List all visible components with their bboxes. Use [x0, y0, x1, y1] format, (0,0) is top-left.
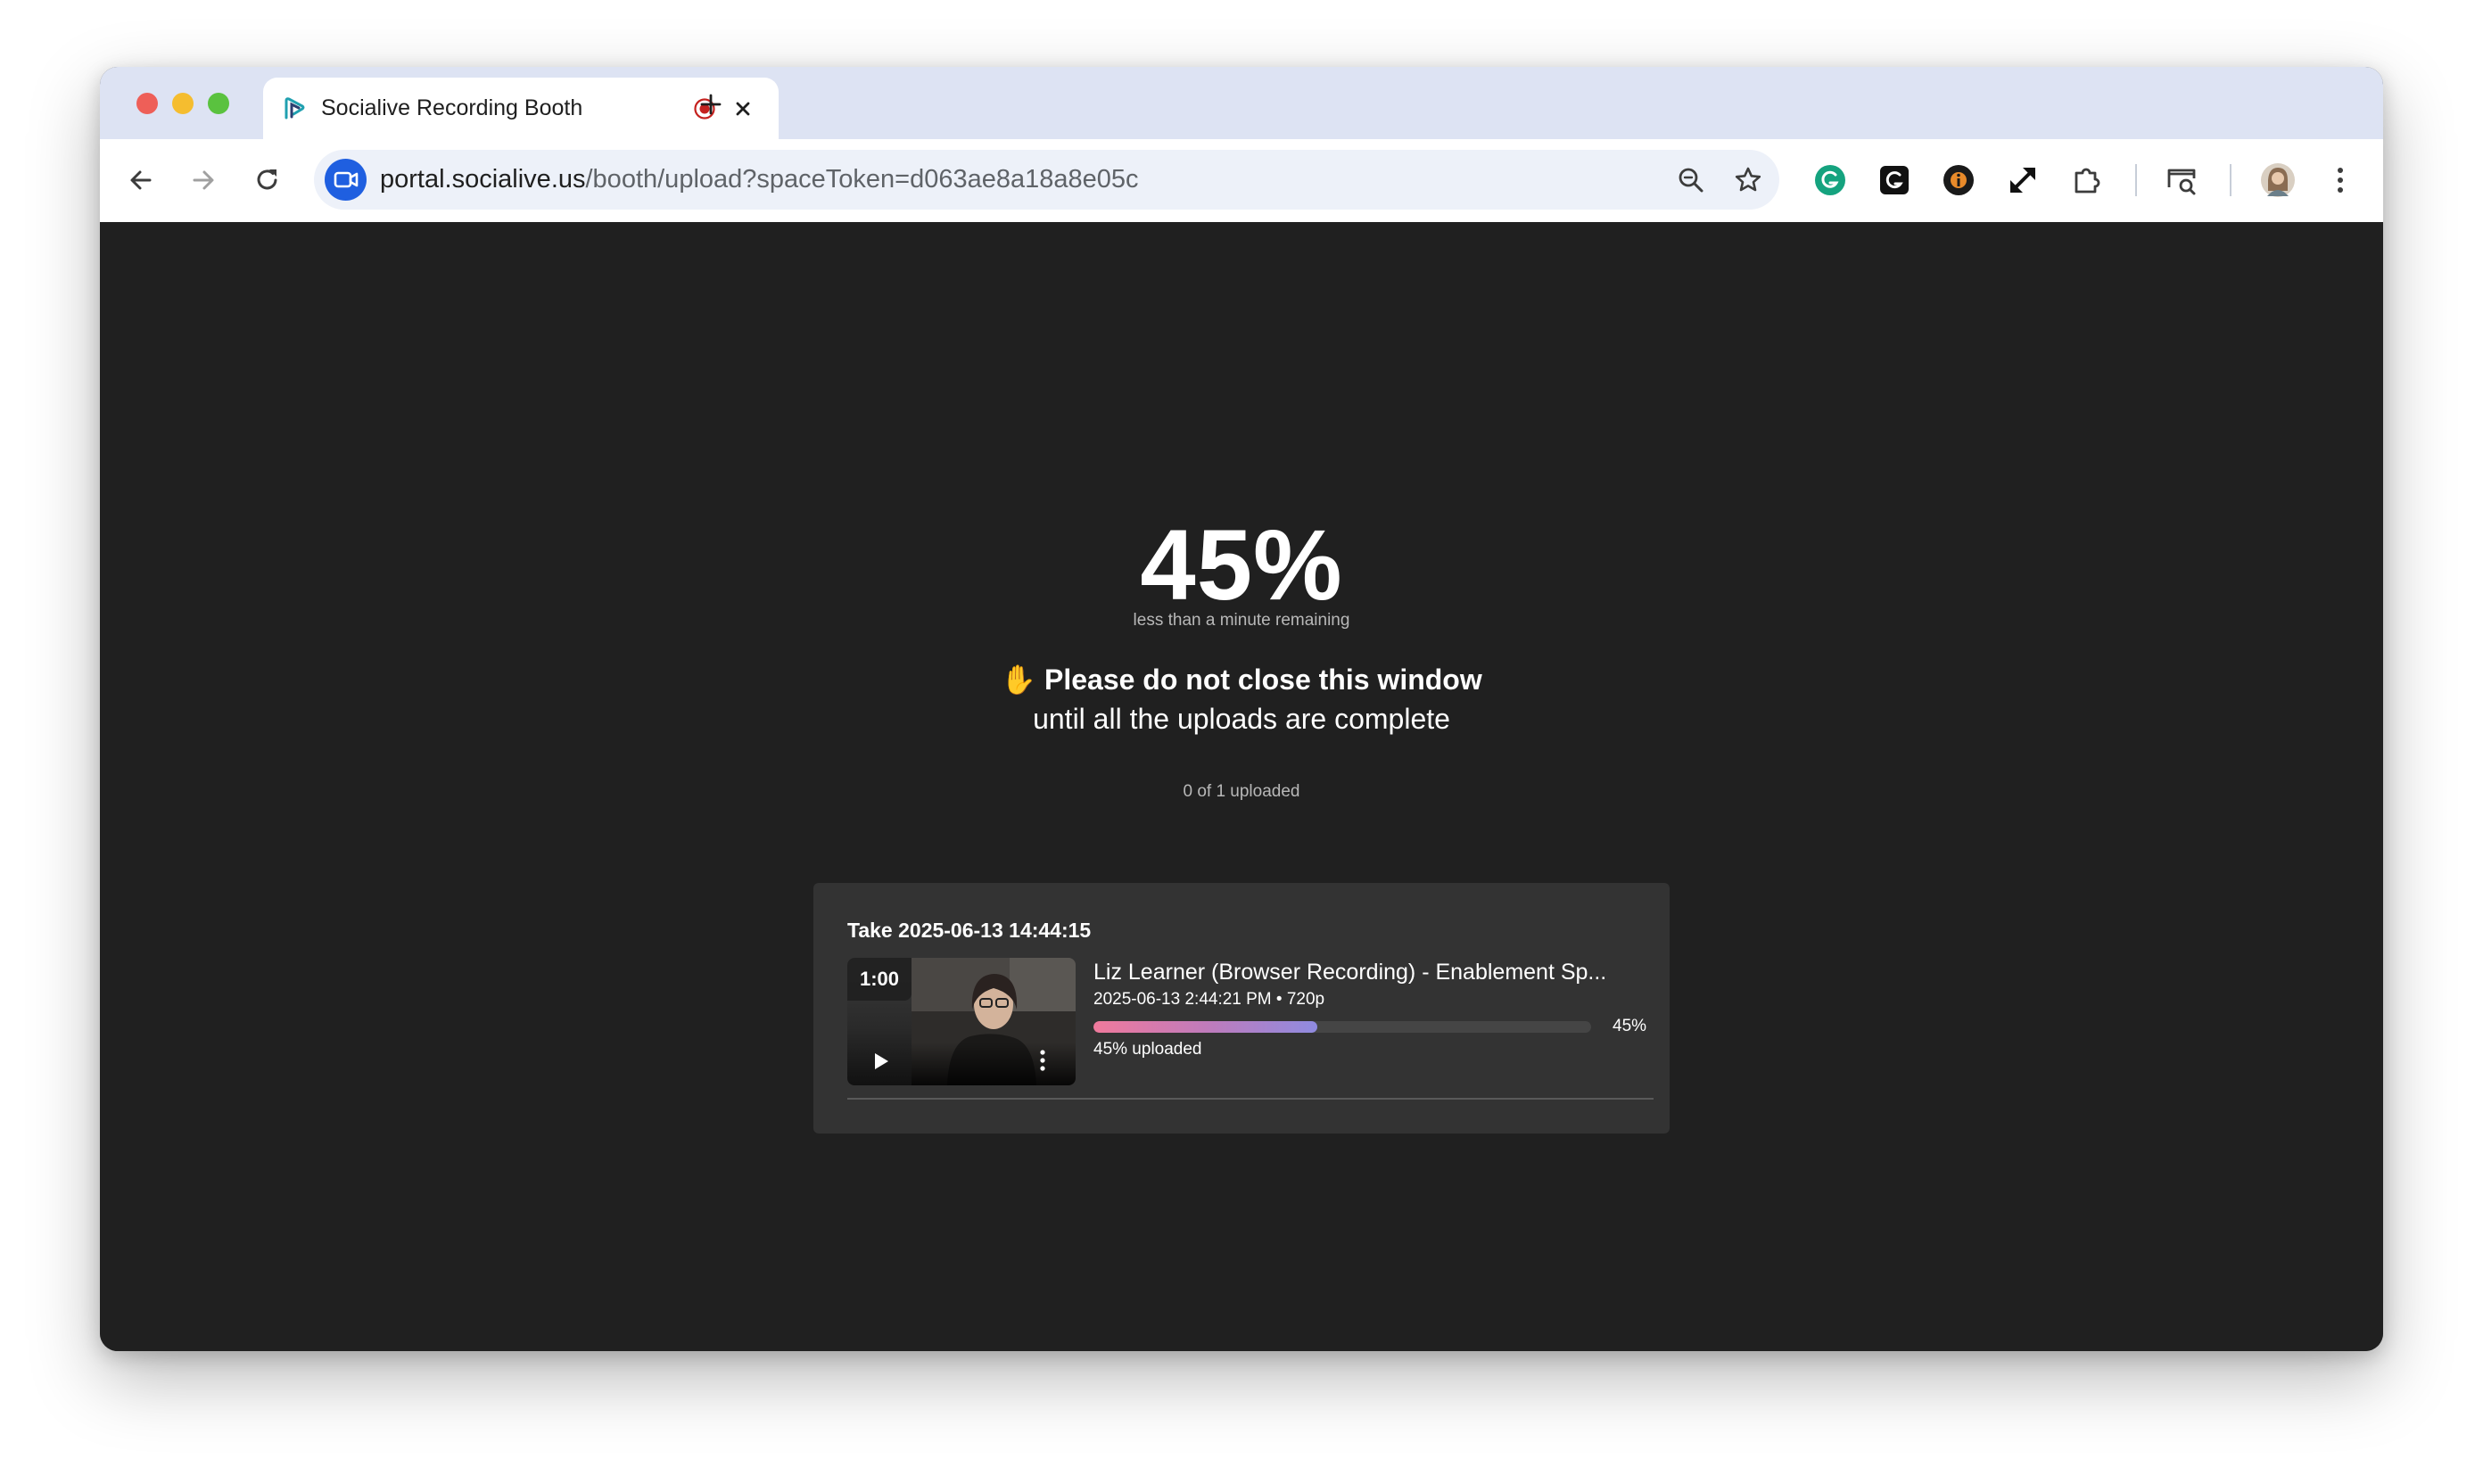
maximize-window-button[interactable]	[208, 93, 229, 114]
profile-avatar-icon[interactable]	[2258, 161, 2297, 200]
address-bar[interactable]: portal.socialive.us/booth/upload?spaceTo…	[314, 150, 1779, 210]
take-card: Take 2025-06-13 14:44:15 1:00 Liz Learne…	[813, 883, 1670, 1134]
warning-heading: ✋ Please do not close this window	[1001, 664, 1482, 696]
tab-strip: Socialive Recording Booth	[100, 67, 2383, 139]
upload-progress-bar	[1093, 1021, 1591, 1033]
kebab-menu-icon[interactable]	[2321, 161, 2360, 200]
url-host: portal.socialive.us	[380, 165, 586, 194]
puzzle-icon[interactable]	[2067, 161, 2107, 200]
video-duration: 1:00	[847, 958, 912, 1001]
progress-percent-label: 45%	[1613, 1017, 1647, 1035]
more-options-icon[interactable]	[1038, 1047, 1047, 1074]
recording-meta: 2025-06-13 2:44:21 PM • 720p	[1093, 990, 1325, 1009]
url-path: /booth/upload?spaceToken=d063ae8a18a8e05…	[585, 165, 1139, 194]
recording-thumbnail[interactable]: 1:00	[847, 958, 1076, 1085]
browser-toolbar: portal.socialive.us/booth/upload?spaceTo…	[100, 139, 2383, 222]
toolbar-separator	[2135, 164, 2137, 196]
back-icon[interactable]	[125, 164, 157, 196]
warning-subtext: until all the uploads are complete	[1033, 703, 1450, 735]
video-camera-icon	[334, 171, 359, 188]
page-content: 45% less than a minute remaining ✋ Pleas…	[100, 222, 2383, 1351]
socialive-favicon-icon	[285, 97, 305, 120]
info-extension-icon[interactable]	[1939, 161, 1978, 200]
take-title: Take 2025-06-13 14:44:15	[847, 919, 1092, 942]
upload-count: 0 of 1 uploaded	[1183, 782, 1300, 801]
grammar-check-icon[interactable]	[1875, 161, 1914, 200]
site-info-icon[interactable]	[325, 159, 367, 201]
new-tab-icon[interactable]	[697, 91, 724, 118]
time-remaining: less than a minute remaining	[1133, 611, 1350, 630]
card-divider	[847, 1098, 1654, 1100]
zoom-icon[interactable]	[1675, 164, 1707, 196]
upload-progress-fill	[1093, 1021, 1318, 1033]
recording-title: Liz Learner (Browser Recording) - Enable…	[1093, 960, 1607, 985]
bookmark-star-icon[interactable]	[1732, 164, 1764, 196]
toolbar-separator	[2230, 164, 2231, 196]
close-tab-icon[interactable]	[731, 97, 755, 120]
tab-title: Socialive Recording Booth	[321, 95, 583, 120]
minimize-window-button[interactable]	[172, 93, 194, 114]
expand-icon[interactable]	[2003, 161, 2042, 200]
play-icon[interactable]	[872, 1051, 890, 1071]
forward-icon[interactable]	[187, 164, 219, 196]
close-window-button[interactable]	[136, 93, 158, 114]
video-preview-image	[912, 958, 1076, 1085]
browser-window: Socialive Recording Booth portal.sociali…	[100, 67, 2383, 1351]
upload-status: 45% uploaded	[1093, 1040, 1202, 1059]
reload-icon[interactable]	[252, 164, 284, 196]
url-text[interactable]: portal.socialive.us/booth/upload?spaceTo…	[380, 165, 1139, 194]
tab-search-icon[interactable]	[2162, 161, 2201, 200]
upload-percent: 45%	[1140, 509, 1343, 621]
grammarly-icon[interactable]	[1811, 161, 1850, 200]
